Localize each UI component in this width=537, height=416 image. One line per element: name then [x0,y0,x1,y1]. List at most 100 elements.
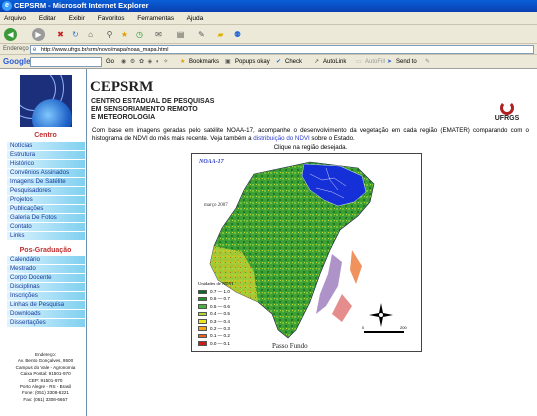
sidebar-item-estrutura[interactable]: Estrutura [7,150,85,160]
sidebar-item-pesquisadores[interactable]: Pesquisadores [7,186,85,196]
popups-button[interactable]: Popups okay [235,55,270,69]
address-bar: Endereço e http://www.ufrgs.br/srm/novo/… [0,44,537,55]
sidebar-item-inscricoes[interactable]: Inscrições [7,291,85,301]
map-region-caption: Passo Fundo [272,342,308,350]
sidebar-item-publicacoes[interactable]: Publicações [7,204,85,214]
ufrgs-label: UFRGS [494,115,520,122]
web-page: Centro Notícias Estrutura Histórico Conv… [0,69,537,416]
check-button[interactable]: Check [285,55,302,69]
sidebar-item-projetos[interactable]: Projetos [7,195,85,205]
google-search-input[interactable] [30,57,102,67]
page-title: CEPSRM [90,79,154,95]
sidebar-item-corpo-docente[interactable]: Corpo Docente [7,273,85,283]
postal-address: Endereço: Av. Bento Gonçalves, 9500 Camp… [4,352,87,403]
sidebar-item-linhas[interactable]: Linhas de Pesquisa [7,300,85,310]
settings-icon[interactable]: ✎ [425,55,430,69]
legend-label: 0.5 — 0.6 [210,303,230,309]
legend-item: 0.6 — 0.7 [198,295,242,302]
legend-item: 0.7 — 1.0 [198,288,242,295]
print-icon[interactable]: ▤ [175,29,186,40]
subtitle-line: E METEOROLOGIA [91,114,156,121]
legend-swatch [198,341,207,346]
sidebar-item-mestrado[interactable]: Mestrado [7,264,85,274]
subtitle-line: CENTRO ESTADUAL DE PESQUISAS [91,98,215,105]
folder-icon[interactable]: ▰ [215,29,226,40]
stop-icon[interactable]: ✖ [55,29,66,40]
google-logo[interactable]: Google [3,55,31,69]
address-line: Fax: (051) 3308-6657 [23,396,68,402]
scale-end: 200 [400,325,407,330]
scale-start: 0 [362,325,365,330]
legend-swatch [198,289,207,294]
page-icon: e [33,47,37,53]
history-icon[interactable]: ◷ [134,29,145,40]
ufrgs-logo: UFRGS [490,101,524,125]
subtitle-line: EM SENSORIAMENTO REMOTO [91,106,198,113]
favorites-icon[interactable]: ★ [119,29,130,40]
legend-item: 0.3 — 0.4 [198,318,242,325]
legend-label: 0.3 — 0.4 [210,318,230,324]
intro-paragraph: Com base em imagens geradas pelo satélit… [92,127,529,142]
legend-swatch [198,311,207,317]
search-icon[interactable]: ⚲ [104,29,115,40]
menu-exibir[interactable]: Exibir [69,15,85,22]
sidebar-item-convenios[interactable]: Convênios Assinados [7,168,85,178]
legend-swatch [198,304,207,309]
centro-menu: Notícias Estrutura Histórico Convênios A… [7,142,85,241]
pos-graduacao-menu: Calendário Mestrado Corpo Docente Discip… [7,256,85,328]
ndvi-distribution-link[interactable]: distribuição do NDVI [253,135,309,142]
autolink-button[interactable]: AutoLink [323,55,346,69]
window-title-bar: e CEPSRM - Microsoft Internet Explorer [0,0,537,12]
sidebar-item-links[interactable]: Links [7,231,85,241]
ndvi-legend: Unidades de NDVI 0.7 — 1.0 0.6 — 0.7 0.5… [198,281,242,347]
sidebar-item-contato[interactable]: Contato [7,222,85,232]
menu-arquivo[interactable]: Arquivo [4,15,26,22]
menu-ferramentas[interactable]: Ferramentas [137,15,174,22]
sidebar-item-calendario[interactable]: Calendário [7,256,85,265]
google-go-button[interactable]: Go [106,55,114,69]
mail-icon[interactable]: ✉ [153,29,164,40]
menu-ajuda[interactable]: Ajuda [187,15,204,22]
sidebar-item-imagens[interactable]: Imagens De Satélite [7,177,85,187]
scale-line [364,331,404,333]
forward-icon[interactable]: ▶ [32,28,45,41]
autofill-icon: ▭ [356,59,362,65]
legend-item: 0.2 — 0.3 [198,325,242,332]
menu-favoritos[interactable]: Favoritos [98,15,125,22]
legend-label: 0.6 — 0.7 [210,296,230,302]
sidebar-item-downloads[interactable]: Downloads [7,309,85,319]
map-title: NOAA-17 [199,159,224,165]
sidebar-item-disciplinas[interactable]: Disciplinas [7,282,85,292]
address-field[interactable]: e http://www.ufrgs.br/srm/novo/mapa/noaa… [30,45,534,54]
menu-editar[interactable]: Editar [39,15,56,22]
legend-swatch [198,319,207,324]
refresh-icon[interactable]: ↻ [70,29,81,40]
internet-explorer-icon: e [2,1,12,11]
legend-swatch [198,333,207,339]
cepsrm-logo [20,75,72,127]
google-tool-icons[interactable]: ◉ ⚙ ✿ ◈ ◐ ✧ [121,55,169,69]
edit-icon[interactable]: ✎ [196,29,207,40]
legend-item: 0.5 — 0.6 [198,303,242,310]
legend-label: 0.7 — 1.0 [210,289,230,294]
sidebar-item-noticias[interactable]: Notícias [7,142,85,151]
back-icon[interactable]: ◀ [4,28,17,41]
bookmarks-button[interactable]: Bookmarks [189,55,219,69]
autofill-button[interactable]: AutoFill [365,55,385,69]
sidebar-item-galeria[interactable]: Galeria De Fotos [7,213,85,223]
legend-label: 0.1 — 0.2 [210,333,230,339]
legend-swatch [198,296,207,302]
sendto-button[interactable]: Send to [396,55,417,69]
window-title: CEPSRM - Microsoft Internet Explorer [14,1,149,10]
sidebar-item-dissertacoes[interactable]: Dissertações [7,318,85,328]
sidebar-item-historico[interactable]: Histórico [7,159,85,169]
popup-blocker-icon: ▣ [225,59,231,65]
messenger-icon[interactable]: ⚉ [232,29,243,40]
legend-item: 0.1 — 0.2 [198,332,242,339]
header-banner: CEPSRM CENTRO ESTADUAL DE PESQUISAS EM S… [88,77,528,129]
sendto-icon: ➤ [387,59,393,65]
pos-graduacao-heading: Pos-Graduação [19,247,72,254]
ndvi-map-panel[interactable]: NOAA-17 março 2007 Unidades de NDVI 0.7 … [191,153,422,352]
home-icon[interactable]: ⌂ [85,29,96,40]
check-icon: ✔ [276,59,282,65]
